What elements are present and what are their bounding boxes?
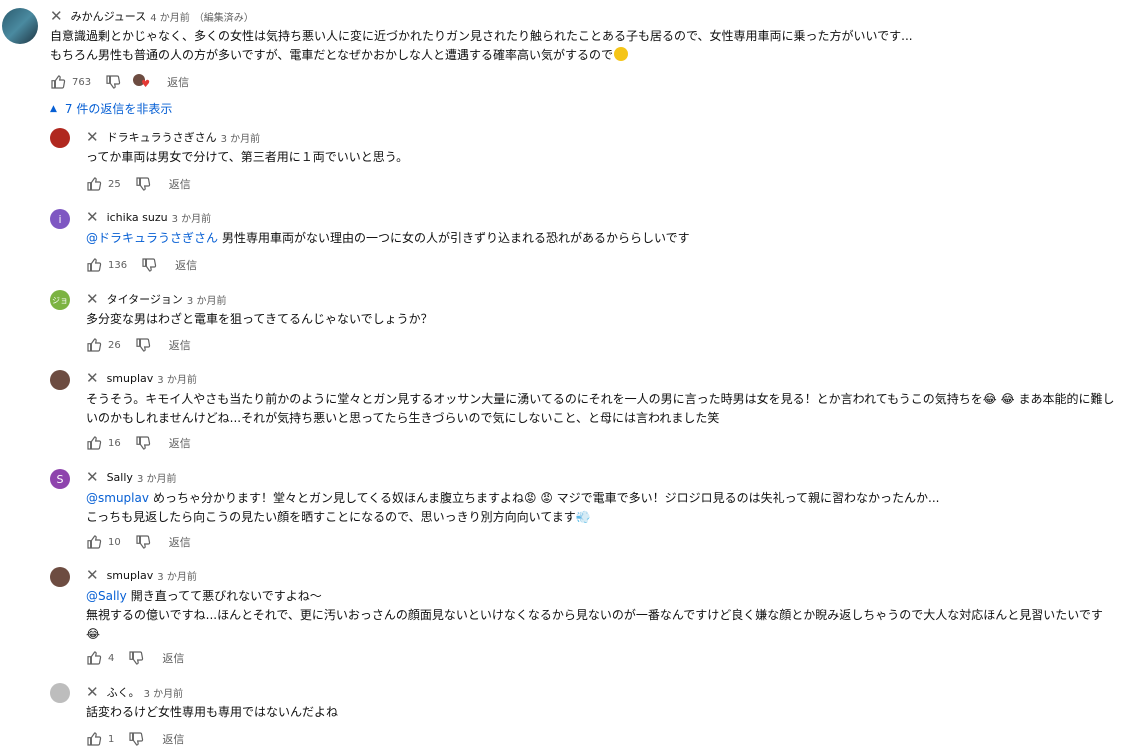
comment-author[interactable]: smuplav (107, 372, 154, 385)
comment-body: 男性専用車両がない理由の一つに女の人が引きずり込まれる恐れがあるかららしいです (222, 231, 690, 245)
close-icon[interactable]: ✕ (86, 568, 99, 583)
comment-body: めっちゃ分かります！堂々とガン見してくる奴ほんま腹立ちますよね😡 😡 マジで電車… (86, 491, 940, 524)
comment-time[interactable]: 3 か月前 (157, 568, 197, 583)
avatar[interactable] (2, 8, 38, 44)
comment-time[interactable]: 3 か月前 (144, 685, 184, 700)
thumbs-up-icon[interactable] (86, 176, 102, 192)
thumbs-up-icon[interactable] (86, 257, 102, 273)
comment-author[interactable]: smuplav (107, 569, 154, 582)
mention-link[interactable]: @ドラキュラうさぎさん (86, 231, 218, 245)
comment-time[interactable]: 3 か月前 (137, 470, 177, 485)
comment-body: 開き直ってて悪びれないですよね〜 無視するの億いですね...ほんとそれで、更に汚… (86, 589, 1103, 641)
close-icon[interactable]: ✕ (86, 371, 99, 386)
thumbs-up-icon[interactable] (50, 74, 66, 90)
comment-time[interactable]: 3 か月前 (172, 210, 212, 225)
avatar[interactable]: i (50, 209, 70, 229)
comment-time[interactable]: 3 か月前 (221, 130, 261, 145)
mention-link[interactable]: @Sally (86, 589, 127, 603)
close-icon[interactable]: ✕ (50, 8, 63, 24)
close-icon[interactable]: ✕ (86, 470, 99, 485)
like-count: 136 (108, 259, 128, 271)
thumbs-down-icon[interactable] (105, 74, 121, 90)
thumbs-down-icon[interactable] (128, 650, 144, 666)
comment-body: 話変わるけど女性専用も専用ではないんだよね (86, 705, 339, 719)
close-icon[interactable]: ✕ (86, 291, 99, 307)
reply-button[interactable]: 返信 (162, 731, 184, 747)
thumbs-down-icon[interactable] (135, 176, 151, 192)
comment-text: @ドラキュラうさぎさん 男性専用車両がない理由の一つに女の人が引きずり込まれる恐れ… (86, 229, 1116, 248)
thumbs-up-icon[interactable] (86, 534, 102, 550)
crying-face-icon (614, 47, 629, 61)
comment-text: そうそう。キモイ人やさも当たり前かのように堂々とガン見するオッサン大量に湧いてる… (86, 390, 1116, 428)
close-icon[interactable]: ✕ (86, 684, 99, 700)
creator-heart-icon: ♥ (133, 74, 150, 90)
thumbs-down-icon[interactable] (135, 435, 151, 451)
avatar[interactable] (50, 683, 70, 703)
like-count: 10 (108, 536, 121, 548)
reply-button[interactable]: 返信 (169, 337, 191, 353)
caret-up-icon: ▲ (50, 103, 57, 114)
reply-button[interactable]: 返信 (169, 176, 191, 192)
hide-replies-label: 7 件の返信を非表示 (64, 102, 173, 116)
thumbs-down-icon[interactable] (135, 337, 151, 353)
reply-button[interactable]: 返信 (175, 257, 197, 273)
avatar[interactable] (50, 567, 70, 587)
like-count: 4 (108, 652, 115, 664)
comment-body: そうそう。キモイ人やさも当たり前かのように堂々とガン見するオッサン大量に湧いてる… (86, 392, 1115, 425)
avatar[interactable]: ジョ (50, 290, 70, 310)
like-count: 16 (108, 437, 121, 449)
comment-line: 自意識過剰とかじゃなく、多くの女性は気持ち悪い人に変に近づかれたりガン見されたり… (50, 29, 913, 43)
comment-author[interactable]: ドラキュラうさぎさん (107, 129, 217, 145)
reply-button[interactable]: 返信 (169, 435, 191, 451)
comment-body: 多分変な男はわざと電車を狙ってきてるんじゃないでしょうか？ (86, 312, 433, 326)
edited-label: （編集済み） (193, 12, 254, 24)
comment-time[interactable]: 3 か月前 (157, 371, 197, 386)
comment-body: ってか車両は男女で分けて、第三者用に１両でいいと思う。 (86, 150, 409, 164)
like-count: 26 (108, 339, 121, 351)
comment-text: 多分変な男はわざと電車を狙ってきてるんじゃないでしょうか？ (86, 310, 1116, 329)
reply-button[interactable]: 返信 (162, 650, 184, 666)
comment-author[interactable]: ふく。 (107, 684, 140, 700)
close-icon[interactable]: ✕ (86, 210, 99, 225)
thumbs-up-icon[interactable] (86, 337, 102, 353)
comment-author[interactable]: みかんジュース (71, 8, 147, 24)
mention-link[interactable]: @smuplav (86, 491, 149, 505)
hide-replies-toggle[interactable]: ▲ 7 件の返信を非表示 (50, 100, 172, 117)
thumbs-down-icon[interactable] (141, 257, 157, 273)
comment-text: 話変わるけど女性専用も専用ではないんだよね (86, 703, 1116, 722)
comment-text: @Sally 開き直ってて悪びれないですよね〜 無視するの億いですね...ほんとそ… (86, 587, 1116, 644)
comment-author[interactable]: ichika suzu (107, 211, 168, 224)
comment-text: ってか車両は男女で分けて、第三者用に１両でいいと思う。 (86, 148, 1116, 167)
comment-time[interactable]: 3 か月前 (187, 292, 227, 307)
like-count: 25 (108, 178, 121, 190)
thumbs-up-icon[interactable] (86, 650, 102, 666)
like-count: 763 (72, 76, 92, 88)
comment-line: もちろん男性も普通の人の方が多いですが、電車だとなぜかおかしな人と遭遇する確率高… (50, 48, 614, 62)
comment-author[interactable]: タイタージョン (107, 291, 183, 307)
thumbs-down-icon[interactable] (135, 534, 151, 550)
thumbs-up-icon[interactable] (86, 731, 102, 747)
avatar[interactable]: S (50, 469, 70, 489)
avatar[interactable] (50, 128, 70, 148)
comment-time[interactable]: 4 か月前 (150, 9, 190, 24)
reply-button[interactable]: 返信 (169, 534, 191, 550)
comment-text: 自意識過剰とかじゃなく、多くの女性は気持ち悪い人に変に近づかれたりガン見されたり… (50, 27, 1110, 65)
comment-author[interactable]: Sally (107, 471, 133, 484)
close-icon[interactable]: ✕ (86, 129, 99, 145)
comment-text: @smuplav めっちゃ分かります！堂々とガン見してくる奴ほんま腹立ちますよね😡… (86, 489, 1116, 527)
avatar[interactable] (50, 370, 70, 390)
thumbs-up-icon[interactable] (86, 435, 102, 451)
thumbs-down-icon[interactable] (128, 731, 144, 747)
reply-button[interactable]: 返信 (167, 74, 189, 90)
like-count: 1 (108, 733, 115, 745)
